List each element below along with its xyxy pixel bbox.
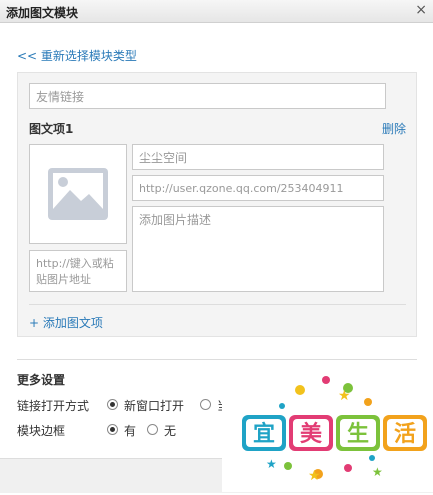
svg-text:生: 生: [347, 422, 369, 447]
item-description-textarea[interactable]: 添加图片描述: [132, 206, 384, 292]
svg-text:活: 活: [394, 422, 416, 447]
close-icon[interactable]: ×: [415, 2, 427, 18]
watermark-logo: ★ ★ ★ ★ 宜 美 生 活: [222, 370, 433, 492]
dialog-titlebar: 添加图文模块 ×: [0, 0, 433, 23]
svg-text:美: 美: [300, 421, 323, 447]
item-name-input[interactable]: 尘尘空间: [132, 144, 384, 170]
watermark-graphic: ★ ★ ★ ★ 宜 美 生 活: [242, 376, 427, 484]
image-thumbnail[interactable]: [29, 144, 127, 244]
svg-text:★: ★: [308, 468, 321, 484]
radio-new-window[interactable]: [107, 399, 118, 410]
more-settings-title: 更多设置: [17, 373, 66, 387]
module-name-input[interactable]: 友情链接: [29, 83, 386, 109]
module-panel: 友情链接 图文项1 删除 http://键入或粘贴图片地址 尘尘空间 http:…: [17, 72, 417, 337]
radio-border-yes[interactable]: [107, 424, 118, 435]
radio-border-yes-label[interactable]: 有: [124, 422, 136, 439]
item-link-input[interactable]: http://user.qzone.qq.com/253404911: [132, 175, 384, 201]
image-url-input[interactable]: http://键入或粘贴图片地址: [29, 250, 127, 292]
add-item-link[interactable]: + 添加图文项: [29, 314, 103, 331]
item-title: 图文项1: [29, 122, 74, 136]
radio-border-no[interactable]: [147, 424, 158, 435]
reselect-module-type-link[interactable]: << 重新选择模块类型: [17, 47, 137, 64]
radio-current-window[interactable]: [200, 399, 211, 410]
svg-text:★: ★: [338, 388, 351, 404]
svg-text:宜: 宜: [253, 421, 275, 447]
svg-text:★: ★: [266, 457, 277, 471]
svg-text:★: ★: [372, 465, 383, 479]
dialog-title: 添加图文模块: [6, 6, 79, 20]
divider: [29, 304, 406, 305]
link-open-label: 链接打开方式: [17, 399, 90, 413]
image-placeholder-icon: [48, 168, 108, 220]
module-border-label: 模块边框: [17, 424, 66, 438]
radio-new-window-label[interactable]: 新窗口打开: [124, 397, 184, 414]
delete-item-link[interactable]: 删除: [382, 120, 406, 137]
section-divider: [17, 359, 417, 360]
radio-border-no-label[interactable]: 无: [164, 422, 176, 439]
